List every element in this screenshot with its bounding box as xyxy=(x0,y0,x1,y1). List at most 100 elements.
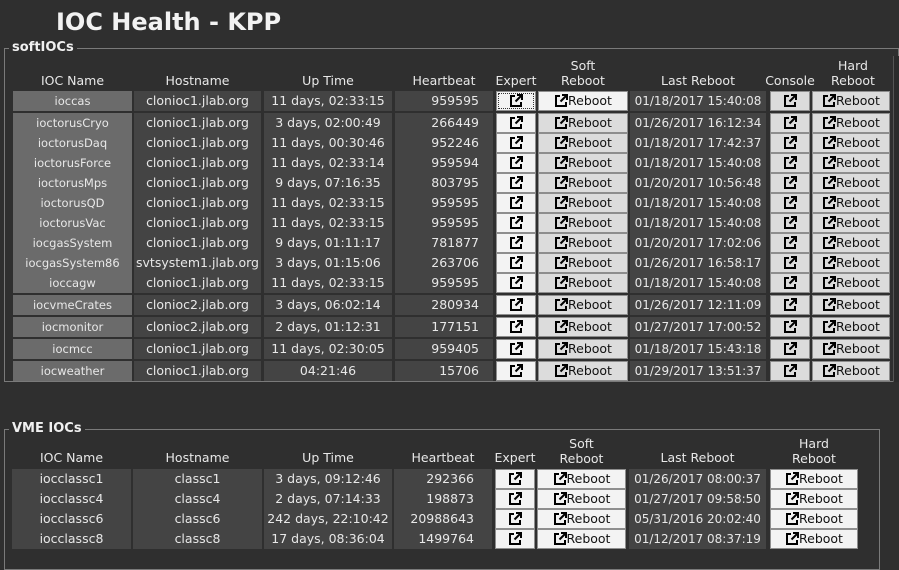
hard-reboot-button[interactable]: Reboot xyxy=(812,193,890,213)
console-button[interactable] xyxy=(770,113,810,133)
soft-reboot-button[interactable]: Reboot xyxy=(538,317,628,337)
soft-reboot-button[interactable]: Reboot xyxy=(538,173,628,193)
soft-reboot-button[interactable]: Reboot xyxy=(538,153,628,173)
hard-reboot-button[interactable]: Reboot xyxy=(812,213,890,233)
external-link-icon xyxy=(555,320,569,333)
soft-reboot-button[interactable]: Reboot xyxy=(537,529,626,549)
console-button[interactable] xyxy=(770,317,810,337)
soft-reboot-button[interactable]: Reboot xyxy=(538,91,628,111)
expert-button[interactable] xyxy=(495,489,535,509)
console-button[interactable] xyxy=(770,361,810,381)
hard-reboot-button[interactable]: Reboot xyxy=(812,317,890,337)
soft-reboot-button[interactable]: Reboot xyxy=(537,489,626,509)
uptime-cell: 11 days, 02:33:15 xyxy=(264,213,392,233)
expert-button[interactable] xyxy=(496,295,536,315)
soft-iocs-label: softIOCs xyxy=(9,40,77,55)
heartbeat-cell: 959595 xyxy=(395,273,493,293)
external-link-icon xyxy=(509,532,522,545)
expert-button[interactable] xyxy=(496,153,536,173)
last-reboot-cell: 01/18/2017 15:40:08 xyxy=(630,153,766,173)
soft-reboot-button[interactable]: Reboot xyxy=(538,295,628,315)
hard-reboot-button[interactable]: Reboot xyxy=(812,173,890,193)
console-button[interactable] xyxy=(770,233,810,253)
soft-reboot-button[interactable]: Reboot xyxy=(538,193,628,213)
expert-button[interactable] xyxy=(496,133,536,153)
external-link-icon xyxy=(555,156,569,169)
heartbeat-cell: 959595 xyxy=(395,213,493,233)
console-button[interactable] xyxy=(770,91,810,111)
soft-reboot-button[interactable]: Reboot xyxy=(538,233,628,253)
heartbeat-cell: 198873 xyxy=(394,489,492,509)
heartbeat-cell: 959594 xyxy=(395,153,493,173)
console-button[interactable] xyxy=(770,339,810,359)
console-button[interactable] xyxy=(770,173,810,193)
console-button[interactable] xyxy=(770,213,810,233)
hard-reboot-button[interactable]: Reboot xyxy=(812,253,890,273)
soft-reboot-label: Reboot xyxy=(568,115,612,130)
external-link-icon xyxy=(823,156,837,169)
expert-button[interactable] xyxy=(496,91,536,111)
hard-reboot-button[interactable]: Reboot xyxy=(812,153,890,173)
hard-reboot-button[interactable]: Reboot xyxy=(812,273,890,293)
hard-reboot-button[interactable]: Reboot xyxy=(812,133,890,153)
expert-button[interactable] xyxy=(496,317,536,337)
expert-button[interactable] xyxy=(496,361,536,381)
console-button[interactable] xyxy=(770,133,810,153)
expert-button[interactable] xyxy=(495,529,535,549)
expert-button[interactable] xyxy=(495,509,535,529)
last-reboot-cell: 01/18/2017 15:40:08 xyxy=(630,213,766,233)
hard-reboot-button[interactable]: Reboot xyxy=(812,91,890,111)
external-link-icon xyxy=(784,136,797,149)
heartbeat-cell: 292366 xyxy=(394,469,492,489)
uptime-cell: 11 days, 00:30:46 xyxy=(264,133,392,153)
expert-button[interactable] xyxy=(496,253,536,273)
soft-reboot-button[interactable]: Reboot xyxy=(538,113,628,133)
hard-reboot-button[interactable]: Reboot xyxy=(770,509,858,529)
soft-reboot-button[interactable]: Reboot xyxy=(538,213,628,233)
console-button[interactable] xyxy=(770,193,810,213)
last-reboot-cell: 01/18/2017 17:42:37 xyxy=(630,133,766,153)
soft-reboot-button[interactable]: Reboot xyxy=(537,469,626,489)
console-button[interactable] xyxy=(770,273,810,293)
console-button[interactable] xyxy=(770,153,810,173)
hostname-cell: clonioc1.jlab.org xyxy=(134,339,261,359)
external-link-icon xyxy=(553,532,567,545)
soft-reboot-button[interactable]: Reboot xyxy=(538,361,628,381)
soft-reboot-button[interactable]: Reboot xyxy=(538,133,628,153)
hard-reboot-button[interactable]: Reboot xyxy=(812,295,890,315)
heartbeat-cell: 177151 xyxy=(395,317,493,337)
hard-reboot-button[interactable]: Reboot xyxy=(812,113,890,133)
expert-button[interactable] xyxy=(496,339,536,359)
hostname-cell: clonioc2.jlab.org xyxy=(134,317,261,337)
expert-button[interactable] xyxy=(496,113,536,133)
external-link-icon xyxy=(823,196,837,209)
hard-reboot-button[interactable]: Reboot xyxy=(770,489,858,509)
expert-button[interactable] xyxy=(495,469,535,489)
console-button[interactable] xyxy=(770,295,810,315)
soft-reboot-button[interactable]: Reboot xyxy=(537,509,626,529)
uptime-cell: 3 days, 02:00:49 xyxy=(264,113,392,133)
expert-button[interactable] xyxy=(496,273,536,293)
last-reboot-cell: 01/18/2017 15:40:08 xyxy=(630,193,766,213)
expert-button[interactable] xyxy=(496,193,536,213)
heartbeat-cell: 952246 xyxy=(395,133,493,153)
hard-reboot-label: Reboot xyxy=(836,319,880,334)
expert-button[interactable] xyxy=(496,213,536,233)
soft-reboot-button[interactable]: Reboot xyxy=(538,339,628,359)
ioc-name-cell: ioctorusMps xyxy=(13,173,132,193)
expert-button[interactable] xyxy=(496,173,536,193)
console-button[interactable] xyxy=(770,253,810,273)
uptime-cell: 11 days, 02:33:15 xyxy=(264,91,392,111)
hostname-cell: clonioc1.jlab.org xyxy=(134,91,261,111)
vme-iocs-label: VME IOCs xyxy=(9,421,85,436)
soft-reboot-button[interactable]: Reboot xyxy=(538,273,628,293)
hard-reboot-button[interactable]: Reboot xyxy=(770,469,858,489)
hard-reboot-button[interactable]: Reboot xyxy=(812,233,890,253)
external-link-icon xyxy=(510,298,523,311)
scrollbar[interactable] xyxy=(893,56,899,382)
hard-reboot-button[interactable]: Reboot xyxy=(812,339,890,359)
soft-reboot-button[interactable]: Reboot xyxy=(538,253,628,273)
hard-reboot-button[interactable]: Reboot xyxy=(812,361,890,381)
hard-reboot-button[interactable]: Reboot xyxy=(770,529,858,549)
expert-button[interactable] xyxy=(496,233,536,253)
